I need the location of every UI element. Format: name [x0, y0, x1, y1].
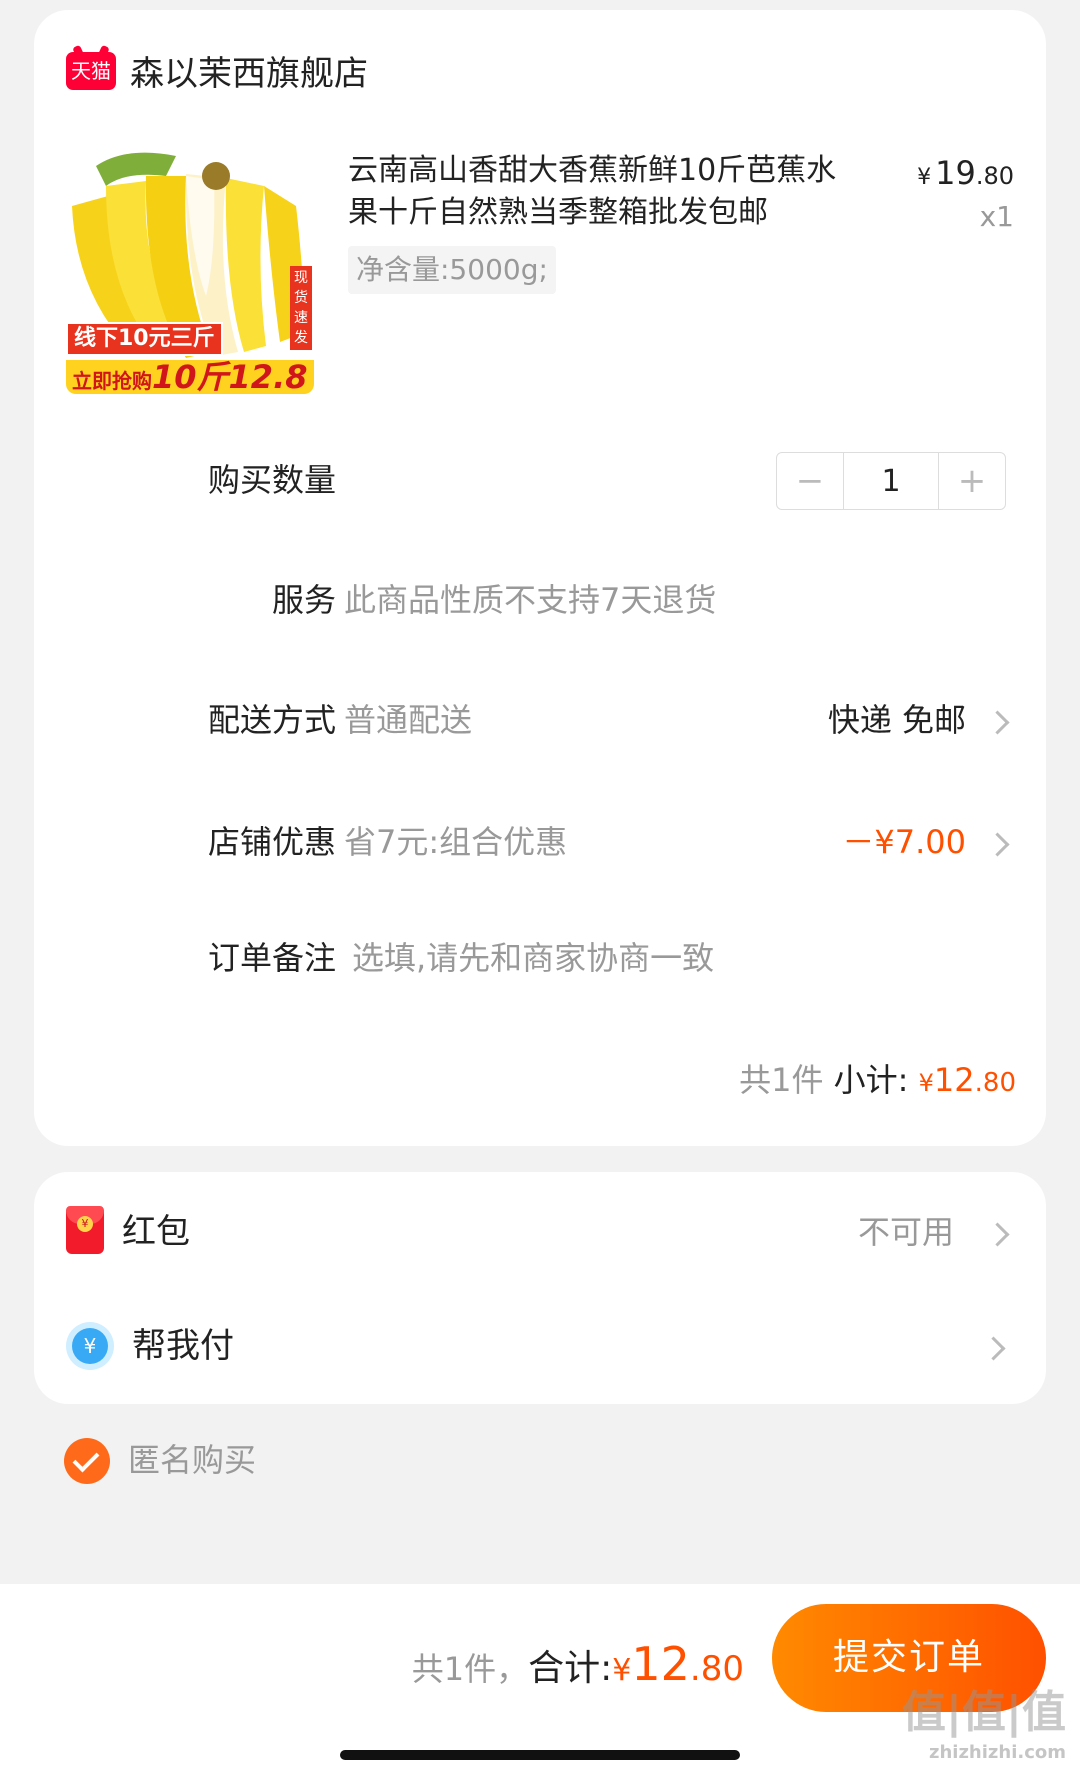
increase-button[interactable]: + — [939, 453, 1005, 509]
red-packet-icon — [66, 1206, 104, 1254]
service-label: 服务 — [271, 581, 336, 619]
product-title[interactable]: 云南高山香甜大香蕉新鲜10斤芭蕉水果十斤自然熟当季整箱批发包邮 — [348, 150, 848, 234]
quantity-label: 购买数量 — [207, 461, 336, 499]
total-dec: .80 — [689, 1649, 744, 1689]
product-spec: 净含量:5000g; — [348, 246, 556, 294]
watermark-url: zhizhizhi.com — [928, 1742, 1066, 1763]
tmall-logo-icon: 天猫 — [66, 52, 116, 90]
order-total: 共1件，合计:¥12.80 — [412, 1634, 744, 1705]
total-label: 合计: — [528, 1648, 613, 1689]
anonymous-label[interactable]: 匿名购买 — [128, 1440, 256, 1480]
note-input[interactable]: 选填,请先和商家协商一致 — [352, 938, 714, 978]
subtotal-label: 小计: — [823, 1061, 919, 1099]
red-packet-chevron-icon[interactable] — [985, 1222, 1010, 1247]
promo-line-1: 线下10元三斤 — [66, 322, 223, 356]
subtotal-amount: ¥12.80 — [919, 1061, 1016, 1099]
red-packet-status[interactable]: 不可用 — [858, 1212, 954, 1252]
delivery-option[interactable]: 快递 免邮 — [828, 700, 966, 740]
product-price: ¥19.80 — [917, 154, 1014, 192]
discount-label: 店铺优惠 — [207, 823, 336, 861]
quantity-stepper: − 1 + — [776, 452, 1006, 510]
delivery-chevron-icon[interactable] — [985, 710, 1010, 735]
banana-icon — [66, 146, 314, 394]
price-symbol: ¥ — [917, 165, 932, 190]
order-card: 天猫 森以茉西旗舰店 现货速发 线下10元三斤 立即抢购10斤12.8起 云南高… — [34, 10, 1046, 1146]
decrease-button[interactable]: − — [777, 453, 843, 509]
pay-for-me-chevron-icon[interactable] — [981, 1336, 1006, 1361]
red-packet-label[interactable]: 红包 — [122, 1212, 190, 1252]
bottom-bar: 共1件，合计:¥12.80 提交订单 值|值|值 zhizhizhi.com — [0, 1584, 1080, 1776]
total-count: 共1件， — [411, 1650, 529, 1688]
home-indicator[interactable] — [340, 1750, 740, 1760]
subtotal-symbol: ¥ — [918, 1069, 934, 1097]
pay-for-me-label[interactable]: 帮我付 — [132, 1326, 234, 1366]
subtotal-count: 共1件 — [739, 1061, 824, 1099]
total-amount: ¥12.80 — [612, 1637, 744, 1691]
promo-vertical-label: 现货速发 — [290, 266, 312, 350]
subtotal-int: 12 — [933, 1061, 975, 1099]
quantity-value[interactable]: 1 — [843, 453, 939, 509]
subtotal: 共1件 小计: ¥12.80 — [739, 1060, 1016, 1103]
product-qty: x1 — [979, 200, 1014, 233]
note-label: 订单备注 — [207, 939, 336, 977]
delivery-label: 配送方式 — [207, 701, 336, 739]
service-value: 此商品性质不支持7天退货 — [344, 581, 717, 619]
promo-prefix: 立即抢购 — [72, 369, 152, 393]
price-dec: .80 — [975, 162, 1014, 190]
price-int: 19 — [935, 154, 976, 192]
promo-big: 10斤12.8 — [152, 358, 308, 394]
total-symbol: ¥ — [612, 1653, 632, 1688]
discount-value[interactable]: 省7元:组合优惠 — [344, 822, 567, 862]
total-int: 12 — [631, 1637, 690, 1691]
product-image[interactable]: 现货速发 线下10元三斤 立即抢购10斤12.8起 — [66, 146, 314, 394]
shop-name[interactable]: 森以茉西旗舰店 — [130, 54, 368, 94]
subtotal-dec: .80 — [974, 1068, 1016, 1098]
anonymous-checkbox[interactable] — [64, 1438, 110, 1484]
watermark-logo: 值|值|值 — [901, 1687, 1066, 1738]
discount-amount[interactable]: －¥7.00 — [842, 822, 966, 862]
promo-line-2: 立即抢购10斤12.8起 — [66, 360, 314, 394]
discount-chevron-icon[interactable] — [985, 832, 1010, 857]
pay-for-me-icon: ¥ — [66, 1322, 114, 1370]
payment-card: 红包 不可用 ¥ 帮我付 — [34, 1172, 1046, 1404]
delivery-value[interactable]: 普通配送 — [344, 700, 472, 740]
